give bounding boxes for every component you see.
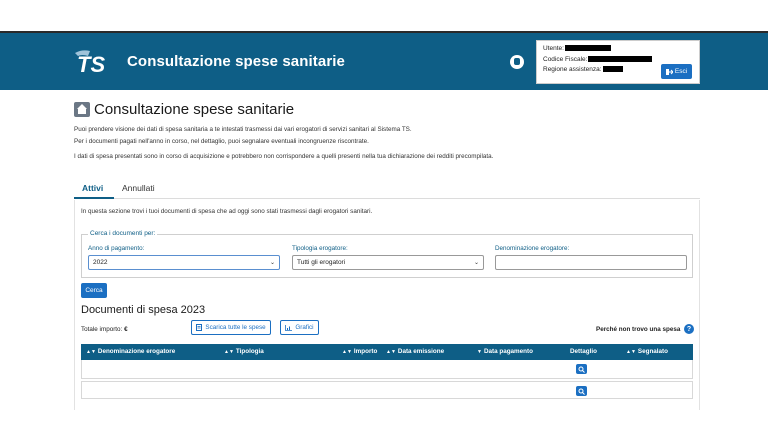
download-all-button[interactable]: Scarica tutte le spese — [191, 320, 271, 335]
col-segnalato[interactable]: ▲▼ Segnalato — [626, 348, 668, 355]
sort-icon: ▼ — [477, 349, 482, 355]
info-icon[interactable] — [510, 55, 524, 69]
col-label: Denominazione erogatore — [97, 348, 176, 355]
chevron-down-icon: ⌄ — [269, 260, 275, 266]
why-not-found-link[interactable]: Perché non trovo una spesa — [596, 326, 680, 333]
tab-attivi[interactable]: Attivi — [73, 183, 115, 199]
col-importo[interactable]: ▲▼ Importo — [342, 348, 377, 355]
user-label: Utente: — [543, 45, 564, 52]
region-row: Regione assistenza: — [543, 66, 623, 73]
charts-button[interactable]: Grafici — [280, 320, 319, 335]
provider-type-label: Tipologia erogatore: — [292, 245, 348, 252]
sort-icon: ▲▼ — [224, 349, 234, 355]
col-label: Data emissione — [397, 348, 445, 355]
top-strip — [0, 0, 768, 31]
col-label: Data pagamento — [483, 348, 533, 355]
bar-chart-icon — [285, 324, 293, 331]
page-title: Consultazione spese sanitarie — [74, 101, 294, 118]
col-data-emissione[interactable]: ▲▼ Data emissione — [386, 348, 444, 355]
year-select-value: 2022 — [93, 259, 108, 266]
logo-text: TS — [77, 52, 105, 77]
search-legend: Cerca i documenti per: — [88, 230, 158, 237]
intro-text-2: Per i documenti pagati nell'anno in cors… — [74, 138, 369, 145]
region-label: Regione assistenza: — [543, 66, 602, 73]
intro-text-3: I dati di spesa presentati sono in corso… — [74, 153, 494, 160]
col-label: Tipologia — [235, 348, 264, 355]
total-amount: Totale importo: € — [81, 326, 128, 333]
app-title: Consultazione spese sanitarie — [127, 53, 345, 70]
tab-annullati[interactable]: Annullati — [122, 183, 155, 193]
logout-label: Esci — [674, 68, 688, 75]
panel-intro: In questa sezione trovi i tuoi documenti… — [81, 208, 373, 215]
page-title-text: Consultazione spese sanitarie — [94, 101, 295, 118]
tax-code-label: Codice Fiscale: — [543, 56, 588, 63]
provider-type-value: Tutti gli erogatori — [297, 259, 346, 266]
col-label: Segnalato — [637, 348, 668, 355]
sort-icon: ▲▼ — [626, 349, 636, 355]
sistema-ts-logo: TS — [75, 50, 105, 77]
user-row: Utente: — [543, 45, 611, 52]
table-row — [81, 360, 693, 379]
provider-type-select[interactable]: Tutti gli erogatori ⌄ — [292, 255, 484, 270]
col-label: Importo — [353, 348, 378, 355]
chevron-down-icon: ⌄ — [473, 260, 479, 266]
search-button[interactable]: Cerca — [81, 283, 107, 298]
year-label: Anno di pagamento: — [88, 245, 145, 252]
sort-icon: ▲▼ — [386, 349, 396, 355]
download-all-label: Scarica tutte le spese — [205, 324, 266, 331]
tax-code-row: Codice Fiscale: — [543, 56, 653, 63]
documents-panel: In questa sezione trovi i tuoi documenti… — [74, 200, 700, 410]
home-icon — [74, 102, 90, 117]
sort-icon: ▲▼ — [342, 349, 352, 355]
charts-label: Grafici — [295, 324, 314, 331]
document-icon — [196, 324, 203, 331]
col-data-pagamento[interactable]: ▼ Data pagamento — [477, 348, 533, 355]
year-select[interactable]: 2022 ⌄ — [88, 255, 280, 270]
redacted-tax-code — [588, 56, 653, 63]
documents-title: Documenti di spesa 2023 — [81, 304, 206, 316]
total-label: Totale importo: — [81, 326, 123, 333]
col-denominazione[interactable]: ▲▼ Denominazione erogatore — [86, 348, 175, 355]
tabs-bar: Attivi Annullati — [73, 180, 700, 199]
redacted-region — [602, 66, 623, 73]
logout-button[interactable]: Esci — [661, 64, 692, 79]
col-dettaglio: Dettaglio — [570, 348, 597, 355]
table-row — [81, 381, 693, 399]
provider-name-input[interactable] — [495, 255, 687, 270]
search-fieldset: Cerca i documenti per: Anno di pagamento… — [81, 230, 693, 278]
documents-table-header: ▲▼ Denominazione erogatore ▲▼ Tipologia ▲▼… — [81, 344, 693, 360]
redacted-user — [564, 45, 611, 52]
intro-text-1: Puoi prendere visione dei dati di spesa … — [74, 126, 412, 133]
sort-icon: ▲▼ — [86, 349, 96, 355]
logout-icon — [665, 68, 673, 75]
provider-name-label: Denominazione erogatore: — [495, 245, 570, 252]
total-value: € — [124, 326, 128, 333]
detail-search-icon[interactable] — [576, 386, 587, 396]
detail-search-icon[interactable] — [576, 364, 587, 374]
col-tipologia[interactable]: ▲▼ Tipologia — [224, 348, 264, 355]
help-icon[interactable]: ? — [684, 324, 694, 334]
